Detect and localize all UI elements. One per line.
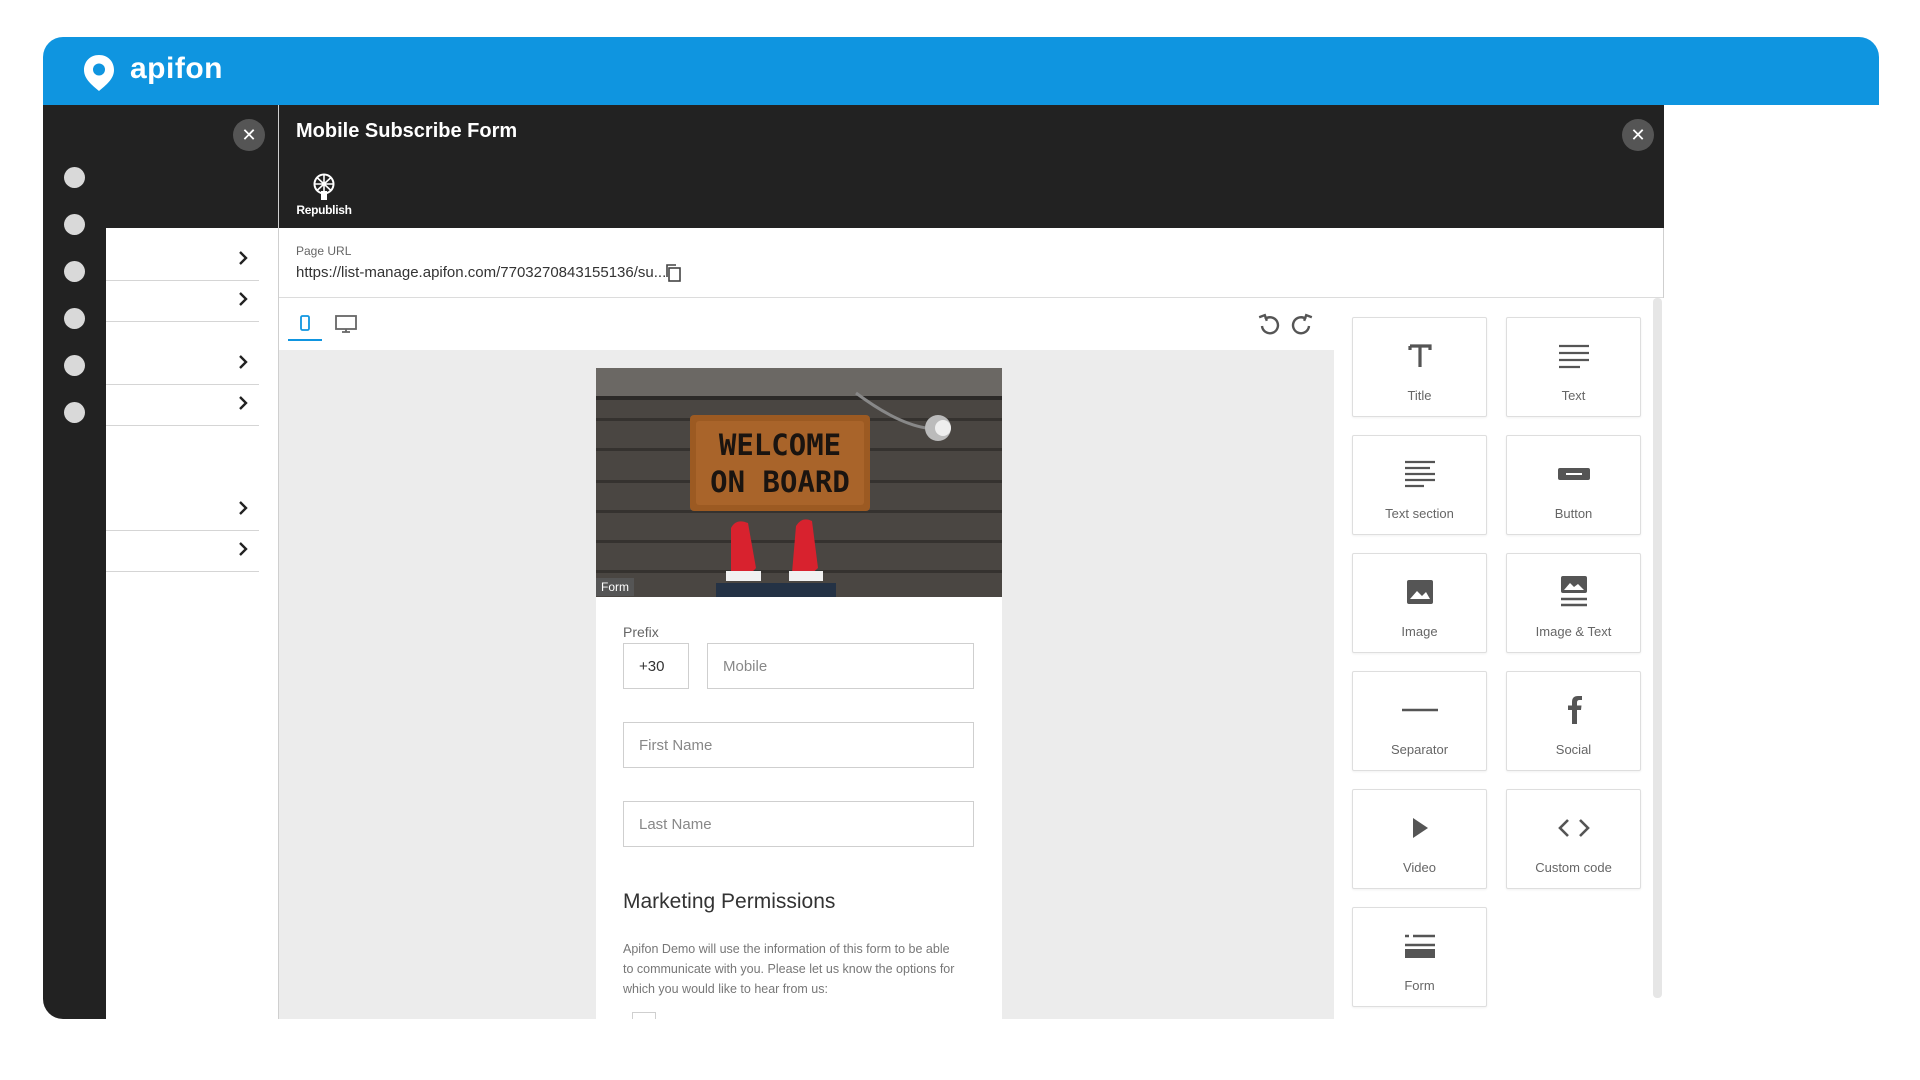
marketing-permissions-title: Marketing Permissions — [623, 890, 836, 913]
block-label: Image & Text — [1535, 624, 1612, 639]
chevron-right-icon — [239, 251, 248, 265]
block-button[interactable]: Button — [1506, 435, 1641, 535]
drawer-header: ✕ — [106, 105, 278, 228]
block-image[interactable]: Image — [1352, 553, 1487, 653]
drawer-row[interactable] — [106, 344, 259, 385]
nav-rail-item[interactable] — [64, 402, 85, 423]
drawer-close-button[interactable]: ✕ — [233, 119, 265, 151]
block-palette: Title Text Text section Button Image Ima… — [1334, 298, 1665, 1019]
block-text[interactable]: Text — [1506, 317, 1641, 417]
nav-rail-item[interactable] — [64, 167, 85, 188]
editor-canvas: WELCOME ON BOARD Form Prefix +30 Mobile … — [279, 298, 1334, 1019]
page-url-bar: Page URL https://list-manage.apifon.com/… — [279, 228, 1663, 298]
chevron-right-icon — [239, 501, 248, 515]
chevron-right-icon — [239, 292, 248, 306]
device-toolbar — [279, 298, 1334, 350]
apifon-logo-icon — [84, 55, 114, 91]
block-text-section[interactable]: Text section — [1352, 435, 1487, 535]
block-video[interactable]: Video — [1352, 789, 1487, 889]
block-custom-code[interactable]: Custom code — [1506, 789, 1641, 889]
block-label: Social — [1555, 742, 1592, 757]
nav-rail-item[interactable] — [64, 214, 85, 235]
chevron-right-icon — [239, 355, 248, 369]
desktop-icon — [335, 315, 357, 333]
close-icon: ✕ — [241, 124, 257, 145]
block-label: Form — [1404, 978, 1435, 993]
editor-close-button[interactable]: ✕ — [1622, 119, 1654, 151]
block-image-text[interactable]: Image & Text — [1506, 553, 1641, 653]
marketing-permissions-text: Apifon Demo will use the information of … — [623, 942, 955, 996]
republish-icon — [313, 173, 335, 200]
video-icon — [1402, 810, 1438, 846]
prefix-field[interactable]: +30 — [623, 643, 689, 689]
republish-button[interactable]: Republish — [294, 173, 354, 217]
title-icon — [1402, 338, 1438, 374]
editor-title: Mobile Subscribe Form — [296, 120, 518, 142]
chevron-right-icon — [239, 396, 248, 410]
chevron-right-icon — [239, 542, 248, 556]
drawer-row[interactable] — [106, 490, 259, 531]
page-url-label: Page URL — [296, 244, 352, 258]
last-name-field[interactable]: Last Name — [623, 801, 974, 847]
palette-scrollbar[interactable] — [1653, 298, 1662, 998]
form-section-chip: Form — [596, 578, 634, 596]
drawer-row[interactable] — [106, 240, 259, 281]
copy-icon[interactable] — [664, 263, 682, 283]
mobile-icon — [300, 315, 310, 331]
text-section-icon — [1402, 456, 1438, 492]
form-icon — [1402, 928, 1438, 964]
image-icon — [1402, 574, 1438, 610]
custom-code-icon — [1556, 810, 1592, 846]
block-label: Image — [1401, 624, 1438, 639]
drawer-row[interactable] — [106, 531, 259, 572]
nav-rail — [43, 105, 106, 1019]
svg-text:WELCOME: WELCOME — [719, 428, 841, 462]
block-label: Custom code — [1535, 860, 1612, 875]
drawer-row[interactable] — [106, 385, 259, 426]
block-form[interactable]: Form — [1352, 907, 1487, 1007]
mobile-field[interactable]: Mobile — [707, 643, 974, 689]
left-drawer: ✕ — [106, 105, 278, 1019]
block-separator[interactable]: Separator — [1352, 671, 1487, 771]
editor-header: Mobile Subscribe Form ✕ Republish — [279, 105, 1665, 228]
block-label: Separator — [1390, 742, 1449, 757]
republish-label: Republish — [296, 203, 352, 217]
page-url-value[interactable]: https://list-manage.apifon.com/770327084… — [296, 264, 666, 281]
app-frame: apifon ✕ Mobile Subscribe Form ✕ Republi… — [43, 37, 1879, 1019]
undo-icon[interactable] — [1257, 312, 1281, 336]
welcome-image[interactable]: WELCOME ON BOARD — [596, 368, 1002, 597]
block-label: Text section — [1385, 506, 1454, 521]
text-icon — [1556, 338, 1592, 374]
nav-rail-item[interactable] — [64, 308, 85, 329]
prefix-label: Prefix — [623, 624, 659, 640]
form-preview: WELCOME ON BOARD Form Prefix +30 Mobile … — [596, 368, 1002, 1019]
block-social[interactable]: Social — [1506, 671, 1641, 771]
drawer-row[interactable] — [106, 281, 259, 322]
permission-checkbox[interactable] — [632, 1012, 656, 1019]
redo-icon[interactable] — [1290, 312, 1314, 336]
close-icon: ✕ — [1630, 124, 1646, 145]
block-label: Text — [1561, 388, 1586, 403]
block-label: Video — [1402, 860, 1436, 875]
block-label: Title — [1407, 388, 1432, 403]
block-title[interactable]: Title — [1352, 317, 1487, 417]
block-label: Button — [1554, 506, 1593, 521]
brand-name: apifon — [130, 52, 223, 85]
desktop-view-tab[interactable] — [329, 307, 363, 341]
svg-text:ON BOARD: ON BOARD — [710, 465, 850, 499]
right-blank-area — [1664, 105, 1879, 1019]
first-name-field[interactable]: First Name — [623, 722, 974, 768]
separator-icon — [1401, 692, 1438, 728]
nav-rail-item[interactable] — [64, 355, 85, 376]
mobile-view-tab[interactable] — [288, 307, 322, 341]
image-text-icon — [1556, 574, 1592, 610]
button-icon — [1556, 456, 1592, 492]
nav-rail-item[interactable] — [64, 261, 85, 282]
brand-bar: apifon — [43, 37, 1879, 105]
form-editor-panel: Mobile Subscribe Form ✕ Republish Page U… — [278, 105, 1665, 1019]
social-icon — [1556, 692, 1592, 728]
